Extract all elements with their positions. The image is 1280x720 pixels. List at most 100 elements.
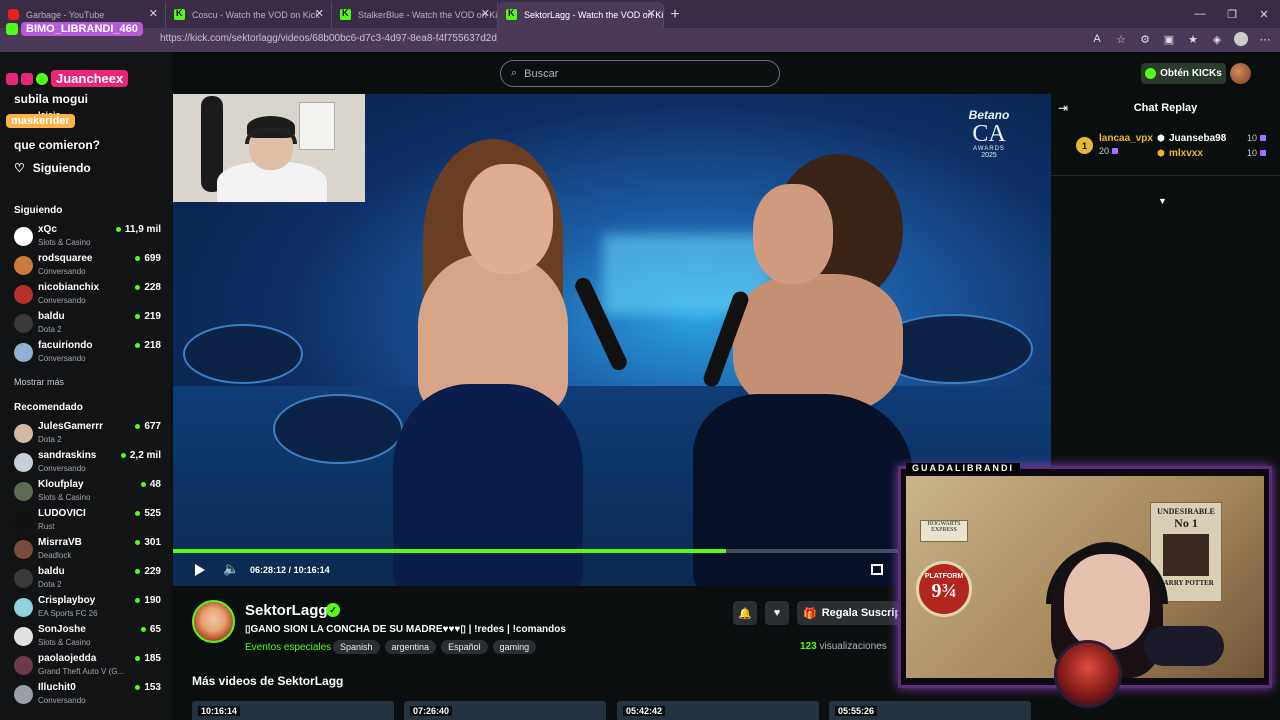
award-logo: Betano CA AWARDS 2025 [949, 108, 1029, 159]
rank-badge: 1 [1076, 137, 1093, 154]
tag[interactable]: gaming [492, 640, 537, 654]
tag[interactable]: argentina [384, 640, 437, 654]
close-window-icon[interactable]: ✕ [1248, 0, 1280, 28]
play-icon[interactable] [195, 564, 205, 576]
video-thumbnail[interactable]: 10:16:14 [192, 701, 394, 720]
channel-avatar [14, 424, 33, 443]
video-person [753, 184, 833, 284]
sidebar-channel[interactable]: facuiriondo Conversando 218 [14, 340, 164, 368]
close-icon[interactable]: ✕ [315, 7, 324, 20]
channel-name: xQc [38, 224, 57, 235]
favorites-icon[interactable]: ★ [1186, 32, 1200, 46]
notification-bell-button[interactable]: 🔔 [733, 601, 757, 625]
channel-avatar [14, 343, 33, 362]
close-icon[interactable]: ✕ [481, 7, 490, 20]
minimize-icon[interactable]: — [1184, 0, 1216, 28]
follow-label: Siguiendo [32, 161, 91, 175]
channel-avatar [14, 598, 33, 617]
restore-icon[interactable]: ❐ [1216, 0, 1248, 28]
platform-number: 9¾ [931, 580, 957, 602]
poster-title: UNDESIRABLE [1157, 507, 1215, 516]
shield-icon[interactable]: ◈ [1210, 32, 1224, 46]
extensions-icon[interactable]: ⚙ [1138, 32, 1152, 46]
channel-avatar [14, 482, 33, 501]
new-tab-button[interactable]: + [664, 2, 686, 28]
get-kicks-button[interactable]: Obtén KICKs [1141, 63, 1226, 84]
browser-tab[interactable]: Coscu - Watch the VOD on Kick ✕ [166, 2, 332, 28]
video-thumbnail[interactable]: 05:42:42 [617, 701, 819, 720]
sidebar-channel[interactable]: sandraskins Conversando 2,2 mil [14, 450, 164, 478]
gift-sub-button[interactable]: 🎁 Regala Suscrip [797, 601, 907, 625]
overlay-chat-user: BIMO_LIBRANDI_460 [21, 22, 143, 36]
url-field[interactable]: https://kick.com/sektorlagg/videos/68b00… [160, 33, 497, 44]
youtube-icon [8, 9, 19, 20]
channel-avatar [14, 627, 33, 646]
browser-tab[interactable]: StalkerBlue - Watch the VOD on Kick ✕ [332, 2, 498, 28]
channel-name: rodsquaree [38, 253, 93, 264]
user-avatar[interactable] [1230, 63, 1251, 84]
viewer-count: 218 [135, 340, 161, 351]
leaderboard-user[interactable]: Juanseba98 [1169, 133, 1226, 144]
channel-category: Conversando [38, 296, 86, 305]
sidebar-channel[interactable]: JulesGamerrr Dota 2 677 [14, 421, 164, 449]
close-icon[interactable]: ✕ [647, 7, 656, 20]
sidebar-channel[interactable]: Crisplayboy EA Sports FC 26 190 [14, 595, 164, 623]
sidebar-channel[interactable]: paolaojedda Grand Theft Auto V (G... 185 [14, 653, 164, 681]
kick-icon [506, 8, 517, 20]
search-input[interactable]: ⌕ Buscar [500, 60, 780, 87]
viewer-count: 11,9 mil [116, 224, 161, 235]
tag[interactable]: Español [441, 640, 488, 654]
overlay-chat-line: maskerider [6, 114, 75, 128]
close-icon[interactable]: ✕ [149, 7, 158, 20]
tag[interactable]: Spanish [333, 640, 380, 654]
sidebar-channel[interactable]: MisrraVB Deadlock 301 [14, 537, 164, 565]
leaderboard-user[interactable]: lancaa_vpx [1099, 133, 1153, 144]
sidebar-channel[interactable]: rodsquaree Conversando 699 [14, 253, 164, 281]
heart-icon: ♡ [14, 161, 25, 175]
video-person [463, 164, 553, 274]
channel-avatar [14, 314, 33, 333]
viewer-count: 301 [135, 537, 161, 548]
sidebar-channel[interactable]: xQc Slots & Casino 11,9 mil [14, 224, 164, 252]
video-duration: 07:26:40 [410, 706, 453, 716]
video-thumbnail[interactable]: 05:55:26 [829, 701, 1031, 720]
channel-category: Dota 2 [38, 580, 62, 589]
chevron-down-icon[interactable]: ▼ [1158, 196, 1167, 206]
sidebar-channel[interactable]: LUDOVICI Rust 525 [14, 508, 164, 536]
channel-category: Slots & Casino [38, 238, 91, 247]
profile-icon[interactable] [1234, 32, 1248, 46]
channel-avatar [14, 569, 33, 588]
follow-button[interactable]: ♡ Siguiendo [14, 161, 91, 175]
sidebar-channel[interactable]: baldu Dota 2 229 [14, 566, 164, 594]
picture-in-picture-icon[interactable] [871, 564, 883, 575]
window-controls: — ❐ ✕ [1184, 0, 1280, 28]
sidebar-channel[interactable]: SonJoshe Slots & Casino 65 [14, 624, 164, 652]
badge-icon [21, 72, 33, 85]
channel-avatar[interactable] [192, 600, 235, 643]
channel-avatar [14, 227, 33, 246]
collections-icon[interactable]: ▣ [1162, 32, 1176, 46]
streamer-webcam [173, 94, 365, 202]
channel-name[interactable]: SektorLagg [245, 602, 328, 619]
read-aloud-icon[interactable]: A [1090, 32, 1104, 46]
channel-name: Crisplayboy [38, 595, 96, 606]
sidebar-channel[interactable]: baldu Dota 2 219 [14, 311, 164, 339]
favorite-star-icon[interactable]: ☆ [1114, 32, 1128, 46]
volume-icon[interactable]: 🔈 [223, 561, 239, 577]
verified-icon: ✓ [326, 603, 340, 617]
sidebar-channel[interactable]: Kloufplay Slots & Casino 48 [14, 479, 164, 507]
menu-dots-icon[interactable]: ⋯ [1258, 32, 1272, 46]
sidebar-channel[interactable]: Illuchit0 Conversando 153 [14, 682, 164, 710]
follow-heart-button[interactable]: ♥ [765, 601, 789, 625]
category-link[interactable]: Eventos especiales [245, 642, 331, 653]
sidebar-channel[interactable]: nicobianchix Conversando 228 [14, 282, 164, 310]
channel-avatar [14, 540, 33, 559]
stream-title: ▯GANO SION LA CONCHA DE SU MADRE♥♥♥▯ | !… [245, 624, 566, 635]
leaderboard-user[interactable]: mlxvxx [1169, 148, 1203, 159]
channel-name: Illuchit0 [38, 682, 76, 693]
overlay-chat-line: Juancheex [6, 70, 129, 87]
channel-avatar [14, 285, 33, 304]
video-thumbnail[interactable]: 07:26:40 [404, 701, 606, 720]
show-more-link[interactable]: Mostrar más [14, 377, 64, 387]
browser-tab-active[interactable]: SektorLagg - Watch the VOD on Kick ✕ [498, 2, 664, 28]
